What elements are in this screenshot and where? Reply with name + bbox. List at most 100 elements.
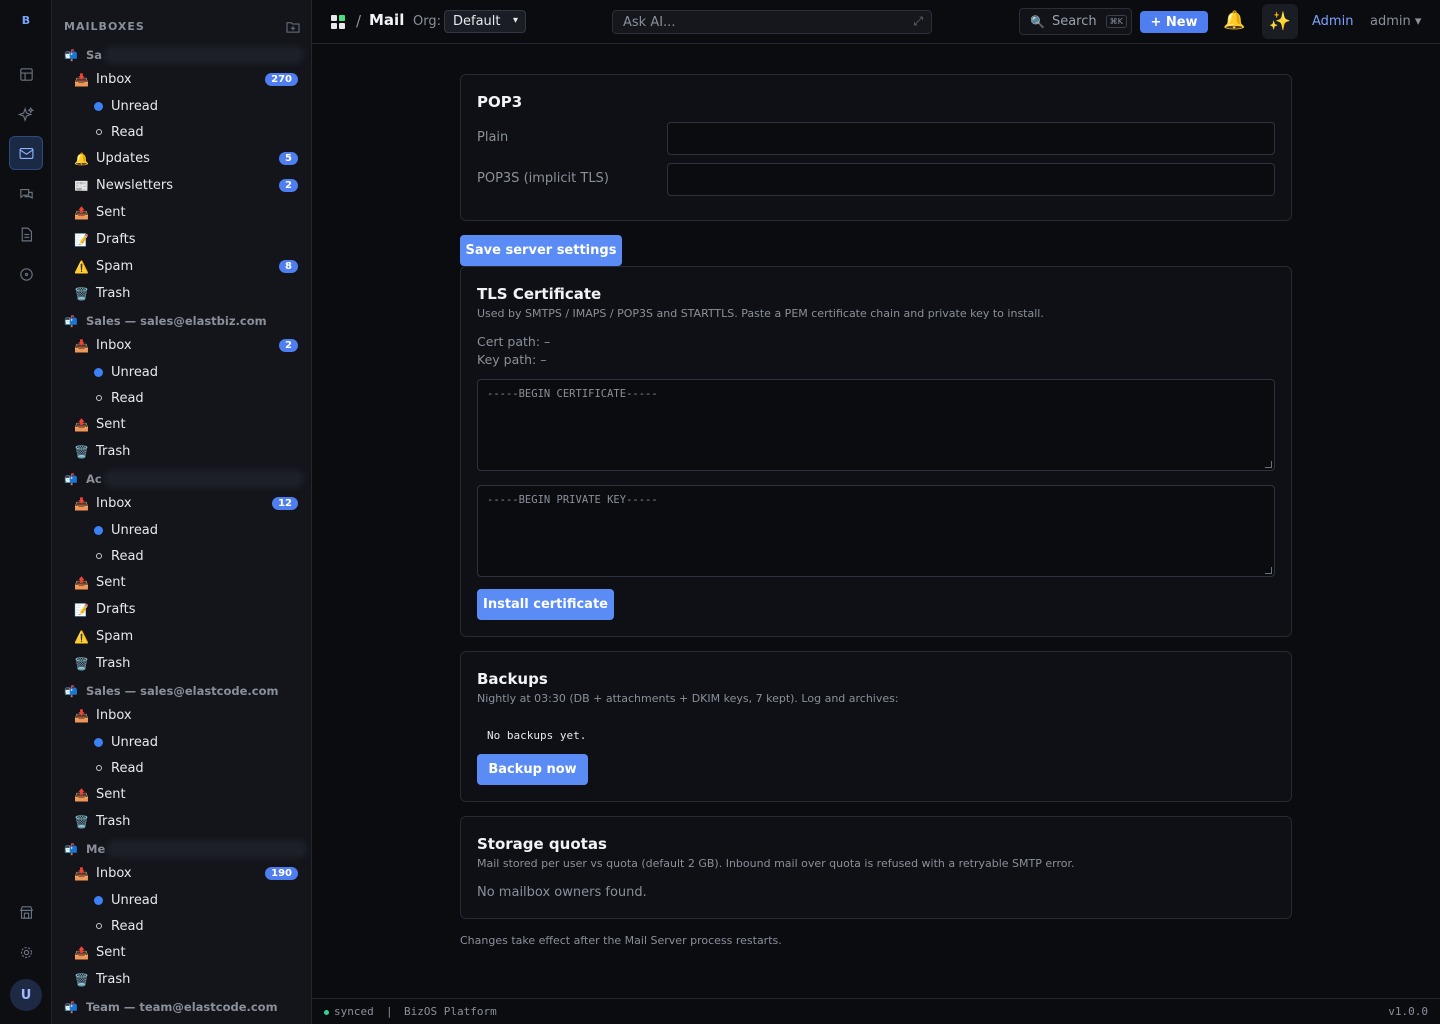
folder-trash[interactable]: 🗑️ Trash — [52, 808, 311, 835]
ask-ai-input[interactable]: Ask AI... ⤢ — [612, 10, 932, 34]
resize-handle[interactable] — [1265, 461, 1272, 468]
subfolder-read[interactable]: Read — [52, 385, 311, 411]
folder-inbox[interactable]: 📥 Inbox — [52, 702, 311, 729]
subfolder-read[interactable]: Read — [52, 543, 311, 569]
folder-sent[interactable]: 📤 Sent — [52, 781, 311, 808]
storage-quotas-card: Storage quotas Mail stored per user vs q… — [460, 816, 1292, 919]
mailbox-account[interactable]: 📬 Team — team@elastcode.com — [52, 996, 311, 1018]
folder-sent[interactable]: 📤 Sent — [52, 569, 311, 596]
folder-drafts[interactable]: 📝 Drafts — [52, 596, 311, 623]
mail-icon[interactable] — [9, 136, 43, 170]
mailbox-account[interactable]: 📬 Me — [52, 838, 311, 860]
mailbox-account[interactable]: 📬 Sa — [52, 44, 311, 66]
subfolder-label: Unread — [111, 522, 159, 538]
private-key-textarea[interactable]: -----BEGIN PRIVATE KEY----- — [477, 485, 1275, 577]
pop3s-input[interactable] — [667, 163, 1275, 196]
folder-label: Sent — [96, 417, 126, 432]
folder-inbox[interactable]: 📥 Inbox 12 — [52, 490, 311, 517]
app-logo[interactable]: B — [0, 14, 52, 27]
gear-icon[interactable] — [9, 935, 43, 969]
subfolder-read[interactable]: Read — [52, 755, 311, 781]
folder-inbox[interactable]: 📥 Inbox 270 — [52, 66, 311, 93]
subfolder-unread[interactable]: Unread — [52, 887, 311, 913]
save-server-settings-button[interactable]: Save server settings — [460, 235, 622, 266]
folder-label: Spam — [96, 259, 134, 274]
mailbox-account[interactable]: 📬 Sales — sales@elastbiz.com — [52, 310, 311, 332]
compass-icon[interactable] — [9, 257, 43, 291]
unread-dot-icon — [94, 101, 103, 111]
unread-dot-icon — [94, 367, 103, 377]
mailbox-icon: 📬 — [64, 1000, 78, 1014]
tls-title: TLS Certificate — [477, 285, 602, 303]
ai-sparkle-button[interactable]: ✨ — [1262, 4, 1298, 39]
folder-drafts-icon: 📝 — [74, 232, 89, 247]
org-select[interactable]: Default ▾ — [444, 10, 526, 33]
folder-trash[interactable]: 🗑️ Trash — [52, 438, 311, 465]
backup-now-button[interactable]: Backup now — [477, 754, 588, 785]
folder-label: Newsletters — [96, 178, 174, 193]
sync-status: synced — [334, 1005, 374, 1018]
pop3-plain-input[interactable] — [667, 122, 1275, 155]
document-icon[interactable] — [9, 217, 43, 251]
subfolder-unread[interactable]: Unread — [52, 517, 311, 543]
subfolder-label: Unread — [111, 364, 159, 380]
subfolder-read[interactable]: Read — [52, 119, 311, 145]
redacted-address — [103, 470, 304, 488]
subfolder-label: Unread — [111, 98, 159, 114]
pop3-card: POP3 Plain POP3S (implicit TLS) — [460, 74, 1292, 221]
read-ring-icon — [96, 129, 102, 135]
folder-label: Trash — [96, 972, 131, 987]
redacted-address — [104, 46, 305, 64]
admin-link[interactable]: Admin — [1312, 14, 1353, 29]
subfolder-unread[interactable]: Unread — [52, 93, 311, 119]
folder-spam-icon: ⚠️ — [74, 629, 89, 644]
folder-label: Drafts — [96, 602, 136, 617]
sparkles-icon[interactable] — [9, 97, 43, 131]
pop3-title: POP3 — [477, 93, 523, 111]
user-menu[interactable]: admin ▾ — [1370, 14, 1421, 29]
folder-updates[interactable]: 🔔 Updates 5 — [52, 145, 311, 172]
folder-sent[interactable]: 📤 Sent — [52, 939, 311, 966]
search-button[interactable]: 🔍 Search ⌘K — [1019, 8, 1132, 35]
bell-icon[interactable]: 🔔 — [1223, 10, 1245, 31]
table-icon[interactable] — [9, 57, 43, 91]
folder-newsletters[interactable]: 📰 Newsletters 2 — [52, 172, 311, 199]
folder-inbox-icon: 📥 — [74, 496, 89, 511]
mailbox-account[interactable]: 📬 Sales — sales@elastcode.com — [52, 680, 311, 702]
folder-sent[interactable]: 📤 Sent — [52, 199, 311, 226]
subfolder-read[interactable]: Read — [52, 913, 311, 939]
folder-inbox[interactable]: 📥 Inbox 190 — [52, 860, 311, 887]
folder-label: Inbox — [96, 496, 132, 511]
avatar[interactable]: U — [10, 979, 42, 1011]
resize-handle[interactable] — [1265, 567, 1272, 574]
subfolder-unread[interactable]: Unread — [52, 729, 311, 755]
folder-trash[interactable]: 🗑️ Trash — [52, 966, 311, 993]
folder-trash[interactable]: 🗑️ Trash — [52, 650, 311, 677]
unread-dot-icon — [94, 525, 103, 535]
mailbox-account[interactable]: 📬 Ac — [52, 468, 311, 490]
folder-drafts[interactable]: 📝 Drafts — [52, 226, 311, 253]
search-shortcut: ⌘K — [1105, 15, 1127, 28]
certificate-textarea[interactable]: -----BEGIN CERTIFICATE----- — [477, 379, 1275, 471]
apps-grid-icon[interactable] — [331, 15, 345, 29]
folder-trash[interactable]: 🗑️ Trash — [52, 280, 311, 307]
folder-label: Trash — [96, 444, 131, 459]
folder-sent[interactable]: 📤 Sent — [52, 411, 311, 438]
store-icon[interactable] — [9, 895, 43, 929]
ask-ai-placeholder: Ask AI... — [623, 14, 676, 30]
expand-icon[interactable]: ⤢ — [913, 14, 923, 29]
folder-spam-icon: ⚠️ — [74, 259, 89, 274]
subfolder-unread[interactable]: Unread — [52, 359, 311, 385]
mailbox-account-label: Sa — [86, 48, 103, 62]
folder-trash-icon: 🗑️ — [74, 972, 89, 987]
new-folder-icon[interactable] — [286, 21, 300, 33]
chat-icon[interactable] — [9, 177, 43, 211]
folder-spam[interactable]: ⚠️ Spam 8 — [52, 253, 311, 280]
folder-trash-icon: 🗑️ — [74, 286, 89, 301]
new-button[interactable]: + New — [1140, 11, 1208, 33]
folder-sent-icon: 📤 — [74, 575, 89, 590]
folder-label: Updates — [96, 151, 150, 166]
folder-inbox[interactable]: 📥 Inbox 2 — [52, 332, 311, 359]
folder-spam[interactable]: ⚠️ Spam — [52, 623, 311, 650]
install-certificate-button[interactable]: Install certificate — [477, 589, 614, 620]
